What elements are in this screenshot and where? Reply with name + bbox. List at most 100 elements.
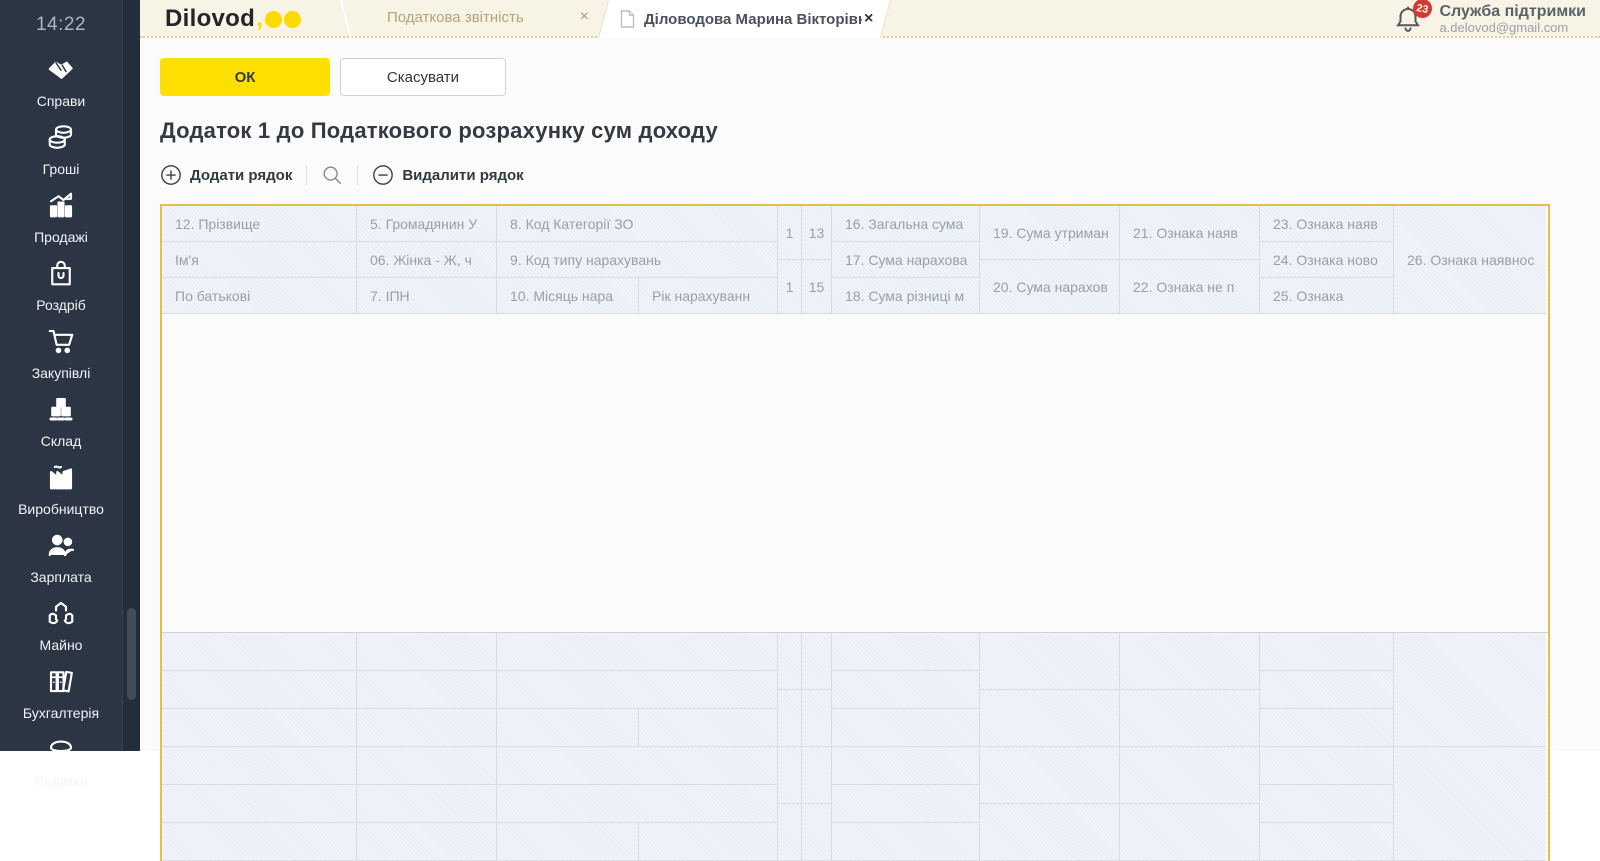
body-cell[interactable] bbox=[162, 785, 357, 823]
body-cell[interactable] bbox=[832, 785, 980, 823]
shopping-bag-icon bbox=[46, 258, 76, 293]
body-cell[interactable] bbox=[357, 633, 497, 671]
body-cell[interactable] bbox=[162, 709, 357, 747]
user-email: a.delovod@gmail.com bbox=[1439, 20, 1569, 36]
column-header: 22. Ознака не п bbox=[1120, 260, 1260, 314]
body-cell[interactable] bbox=[1260, 671, 1394, 709]
sidebar-item-label: Гроші bbox=[42, 161, 80, 177]
body-cell[interactable] bbox=[1260, 785, 1394, 823]
body-cell[interactable] bbox=[1260, 709, 1394, 747]
body-cell[interactable] bbox=[639, 823, 778, 861]
table-empty-area bbox=[162, 314, 1548, 632]
body-cell[interactable] bbox=[1120, 690, 1260, 747]
body-cell[interactable] bbox=[832, 709, 980, 747]
clock: 14:22 bbox=[35, 14, 87, 35]
form-content: ОК Скасувати Додаток 1 до Податкового ро… bbox=[140, 38, 1600, 861]
column-header: 23. Ознака наяв bbox=[1260, 206, 1394, 242]
body-cell[interactable] bbox=[497, 709, 639, 747]
coins-icon bbox=[46, 122, 76, 157]
sidebar-item-bukhhalteriia[interactable]: Бухгалтерія bbox=[0, 666, 122, 721]
sidebar-item-label: Податки bbox=[34, 773, 88, 789]
body-cell[interactable] bbox=[802, 747, 832, 804]
search-button[interactable] bbox=[321, 164, 343, 186]
sales-chart-icon bbox=[46, 190, 76, 225]
body-cell[interactable] bbox=[778, 690, 802, 747]
body-cell[interactable] bbox=[1260, 823, 1394, 861]
body-cell[interactable] bbox=[357, 671, 497, 709]
column-header: 26. Ознака наявнос bbox=[1394, 206, 1546, 314]
body-cell[interactable] bbox=[162, 633, 357, 671]
sidebar-item-podatky[interactable]: Податки bbox=[0, 734, 122, 789]
body-cell[interactable] bbox=[778, 633, 802, 690]
body-cell[interactable] bbox=[1120, 633, 1260, 690]
notification-bell[interactable]: 23 bbox=[1393, 0, 1435, 36]
sidebar-scrollbar-thumb[interactable] bbox=[127, 608, 136, 700]
body-cell[interactable] bbox=[357, 747, 497, 785]
close-icon[interactable]: × bbox=[580, 8, 589, 26]
cancel-button[interactable]: Скасувати bbox=[340, 58, 506, 96]
body-cell[interactable] bbox=[778, 804, 802, 861]
sidebar-item-maino[interactable]: Майно bbox=[0, 598, 122, 653]
body-cell[interactable] bbox=[832, 823, 980, 861]
add-row-button[interactable]: Додати рядок bbox=[160, 164, 292, 186]
body-cell[interactable] bbox=[802, 690, 832, 747]
tab-podatkova-zvitnist[interactable]: Податкова звітність × bbox=[345, 0, 603, 38]
sidebar-item-vyrobnytstvo[interactable]: Виробництво bbox=[0, 462, 122, 517]
sidebar-item-spravy[interactable]: Справи bbox=[0, 54, 122, 109]
close-icon[interactable]: × bbox=[864, 10, 873, 28]
user-box: 23 Служба підтримки a.delovod@gmail.com bbox=[1393, 0, 1586, 36]
sidebar-item-rozdrib[interactable]: Роздріб bbox=[0, 258, 122, 313]
column-header: 18. Сума різниці м bbox=[832, 278, 980, 314]
document-icon bbox=[620, 10, 635, 28]
body-cell[interactable] bbox=[980, 633, 1120, 690]
tab-dilovodova-active[interactable]: Діловодова Марина Вікторівна × bbox=[597, 0, 892, 38]
body-cell[interactable] bbox=[497, 747, 778, 785]
body-cell[interactable] bbox=[980, 804, 1120, 861]
factory-icon bbox=[46, 462, 76, 497]
body-cell[interactable] bbox=[1120, 804, 1260, 861]
body-cell[interactable] bbox=[802, 633, 832, 690]
logo-text: Dilovod bbox=[165, 5, 256, 32]
body-cell[interactable] bbox=[497, 785, 778, 823]
body-cell[interactable] bbox=[1394, 633, 1546, 747]
binders-icon bbox=[46, 666, 76, 701]
body-cell[interactable] bbox=[980, 747, 1120, 804]
body-cell[interactable] bbox=[357, 823, 497, 861]
body-cell[interactable] bbox=[980, 690, 1120, 747]
support-title[interactable]: Служба підтримки bbox=[1439, 3, 1586, 21]
body-cell[interactable] bbox=[832, 633, 980, 671]
body-cell[interactable] bbox=[832, 747, 980, 785]
body-cell[interactable] bbox=[778, 747, 802, 804]
sidebar-scrollbar[interactable] bbox=[122, 0, 140, 751]
body-cell[interactable] bbox=[1394, 747, 1546, 861]
body-cell[interactable] bbox=[162, 747, 357, 785]
sidebar-item-zarplata[interactable]: Зарплата bbox=[0, 530, 122, 585]
sidebar-item-zakupivli[interactable]: Закупівлі bbox=[0, 326, 122, 381]
sidebar-item-prodazhi[interactable]: Продажі bbox=[0, 190, 122, 245]
body-cell[interactable] bbox=[639, 709, 778, 747]
tab-label: Діловодова Марина Вікторівна bbox=[644, 10, 862, 28]
body-cell[interactable] bbox=[357, 785, 497, 823]
column-header: Рік нарахуванн bbox=[639, 278, 778, 314]
body-cell[interactable] bbox=[497, 633, 778, 671]
ok-button[interactable]: ОК bbox=[160, 58, 330, 96]
sidebar-item-sklad[interactable]: Склад bbox=[0, 394, 122, 449]
body-cell[interactable] bbox=[162, 671, 357, 709]
body-cell[interactable] bbox=[1120, 747, 1260, 804]
dilovod-logo[interactable]: Dilovod, bbox=[165, 4, 301, 34]
body-cell[interactable] bbox=[1260, 633, 1394, 671]
body-cell[interactable] bbox=[1260, 747, 1394, 785]
body-cell[interactable] bbox=[162, 823, 357, 861]
body-cell[interactable] bbox=[802, 804, 832, 861]
people-icon bbox=[46, 530, 76, 565]
body-cell[interactable] bbox=[357, 709, 497, 747]
body-cell[interactable] bbox=[832, 671, 980, 709]
sidebar-item-hroshi[interactable]: Гроші bbox=[0, 122, 122, 177]
logo-dot bbox=[264, 10, 282, 28]
warehouse-boxes-icon bbox=[46, 394, 76, 429]
column-header: 21. Ознака наяв bbox=[1120, 206, 1260, 260]
body-cell[interactable] bbox=[497, 671, 778, 709]
table-row bbox=[162, 633, 1548, 747]
body-cell[interactable] bbox=[497, 823, 639, 861]
delete-row-button[interactable]: Видалити рядок bbox=[372, 164, 524, 186]
